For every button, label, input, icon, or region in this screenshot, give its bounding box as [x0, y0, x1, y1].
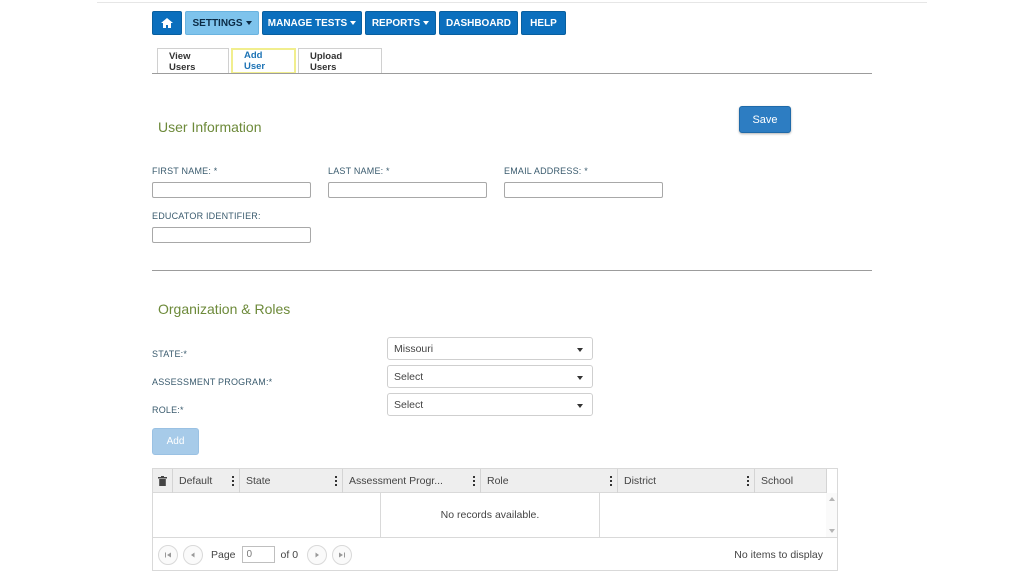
grid-body: No records available. — [153, 493, 827, 537]
column-menu-icon[interactable] — [747, 476, 749, 486]
home-icon — [161, 18, 173, 28]
first-page-button[interactable] — [158, 544, 178, 565]
educator-identifier-field[interactable] — [152, 227, 311, 243]
nav-manage-tests[interactable]: MANAGE TESTS — [262, 11, 362, 35]
role-select[interactable]: Select — [387, 393, 593, 416]
next-page-button[interactable] — [307, 544, 328, 565]
grid-column-assessment-program[interactable]: Assessment Progr... — [343, 469, 481, 493]
top-border — [97, 2, 927, 3]
grid-scrollbar[interactable] — [826, 493, 837, 537]
last-name-field[interactable] — [328, 182, 487, 198]
chevron-down-icon — [350, 21, 357, 25]
page-number-input[interactable] — [241, 546, 275, 563]
column-menu-icon[interactable] — [335, 476, 337, 486]
grid-header: Default State Assessment Progr... Role D… — [153, 469, 827, 493]
grid-column-label: School — [761, 475, 794, 487]
last-page-button[interactable] — [332, 544, 353, 565]
role-select-value: Select — [394, 398, 424, 411]
assessment-program-select-value: Select — [394, 370, 424, 383]
previous-page-icon — [191, 552, 195, 557]
state-select-value: Missouri — [394, 342, 434, 355]
nav-help[interactable]: HELP — [521, 11, 566, 35]
grid-column-district[interactable]: District — [618, 469, 755, 493]
section-divider — [152, 270, 872, 271]
chevron-down-icon — [577, 348, 583, 352]
tab-view-users[interactable]: View Users — [157, 48, 229, 74]
chevron-down-icon — [423, 21, 430, 25]
column-menu-icon[interactable] — [232, 476, 234, 486]
main-nav: SETTINGS MANAGE TESTS REPORTS DASHBOARD … — [152, 11, 566, 35]
add-button[interactable]: Add — [152, 428, 199, 455]
grid-column-school[interactable]: School — [755, 469, 827, 493]
tab-upload-users[interactable]: Upload Users — [298, 48, 382, 74]
role-label: ROLE:* — [152, 405, 184, 415]
grid-column-state[interactable]: State — [240, 469, 343, 493]
first-name-label: FIRST NAME: * — [152, 166, 218, 176]
email-address-field[interactable] — [504, 182, 663, 198]
column-menu-icon[interactable] — [473, 476, 475, 486]
nav-settings[interactable]: SETTINGS — [185, 11, 259, 35]
grid-column-label: Role — [487, 475, 509, 487]
next-page-icon — [315, 552, 320, 557]
user-information-heading: User Information — [158, 119, 262, 135]
scroll-up-icon[interactable] — [829, 497, 835, 501]
chevron-down-icon — [577, 404, 583, 408]
chevron-down-icon — [245, 21, 252, 25]
assessment-program-select[interactable]: Select — [387, 365, 593, 388]
nav-manage-tests-label: MANAGE TESTS — [267, 17, 348, 29]
grid-column-label: District — [624, 475, 657, 487]
grid-pager: Page of 0 No items to display — [153, 537, 837, 571]
state-select[interactable]: Missouri — [387, 337, 593, 360]
user-tabs: View Users Add User Upload Users — [157, 48, 384, 74]
last-page-icon — [339, 552, 346, 557]
grid-column-label: Default — [179, 475, 213, 487]
first-page-icon — [165, 552, 171, 557]
assessment-program-label: ASSESSMENT PROGRAM:* — [152, 377, 273, 387]
nav-reports-label: REPORTS — [371, 17, 421, 29]
grid-column-label: Assessment Progr... — [349, 475, 443, 487]
grid-column-label: State — [246, 475, 271, 487]
grid-column-role[interactable]: Role — [481, 469, 618, 493]
nav-help-label: HELP — [530, 17, 557, 29]
previous-page-button[interactable] — [183, 544, 203, 565]
nav-reports[interactable]: REPORTS — [365, 11, 436, 35]
educator-identifier-label: EDUCATOR IDENTIFIER: — [152, 211, 261, 221]
scroll-down-icon[interactable] — [829, 529, 835, 533]
column-menu-icon[interactable] — [610, 476, 612, 486]
last-name-label: LAST NAME: * — [328, 166, 390, 176]
save-button[interactable]: Save — [739, 106, 791, 133]
chevron-down-icon — [577, 376, 583, 380]
email-address-label: EMAIL ADDRESS: * — [504, 166, 588, 176]
tab-add-user[interactable]: Add User — [231, 48, 296, 74]
nav-settings-label: SETTINGS — [192, 17, 243, 29]
nav-dashboard-label: DASHBOARD — [446, 17, 511, 29]
trash-icon — [158, 476, 167, 486]
grid-delete-column[interactable] — [153, 469, 173, 493]
home-button[interactable] — [152, 11, 182, 35]
page-count-label: of 0 — [280, 548, 299, 561]
state-label: STATE:* — [152, 349, 188, 359]
items-display-text: No items to display — [734, 548, 823, 561]
no-records-message: No records available. — [380, 493, 600, 537]
roles-grid: Default State Assessment Progr... Role D… — [152, 468, 838, 571]
grid-column-default[interactable]: Default — [173, 469, 240, 493]
page-label: Page — [211, 548, 236, 561]
organization-roles-heading: Organization & Roles — [158, 301, 291, 317]
nav-dashboard[interactable]: DASHBOARD — [439, 11, 518, 35]
tabs-divider — [152, 73, 872, 74]
first-name-field[interactable] — [152, 182, 311, 198]
